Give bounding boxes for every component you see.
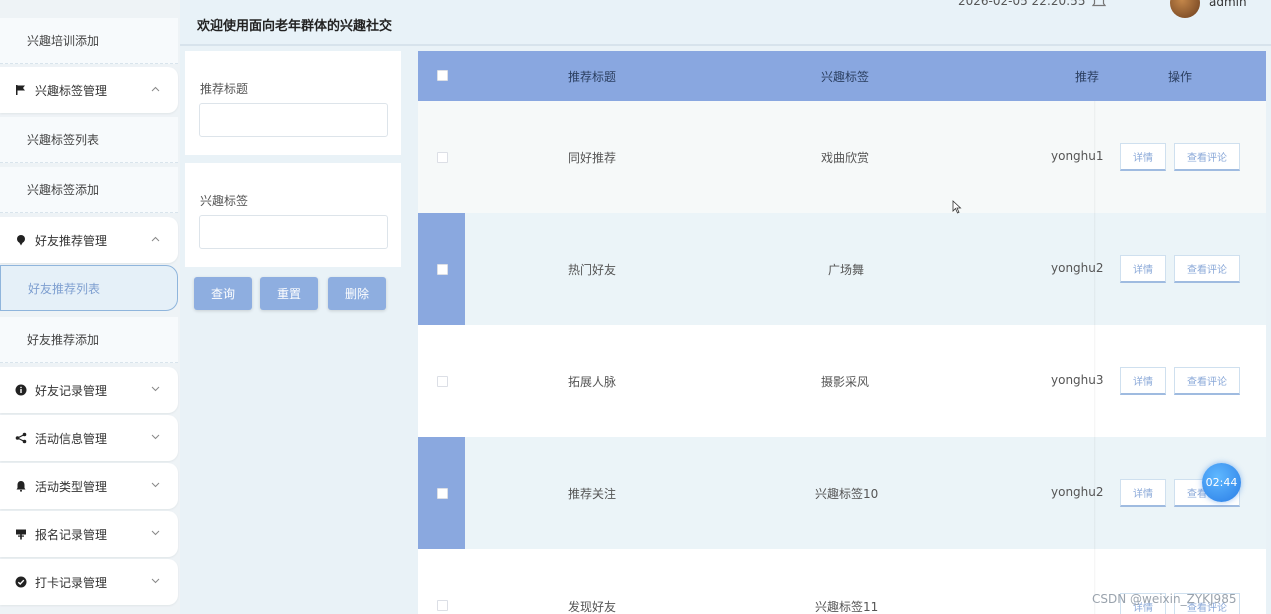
row-checkbox[interactable]: [437, 488, 448, 499]
info-icon: [14, 383, 28, 397]
sidebar-menu-friend-records[interactable]: 好友记录管理: [0, 367, 178, 413]
sidebar-item-label: 兴趣培训添加: [27, 34, 100, 48]
view-comments-button[interactable]: 查看评论: [1174, 367, 1240, 395]
watermark: CSDN @weixin_ZYKJ985: [1092, 592, 1237, 606]
search-title-label: 推荐标题: [200, 82, 249, 96]
table-row: 同好推荐 戏曲欣赏 yonghu1 详情 查看评论: [418, 101, 1266, 213]
column-header-tag: 兴趣标签: [821, 70, 870, 84]
search-tag-input[interactable]: [199, 215, 388, 249]
row-checkbox[interactable]: [437, 264, 448, 275]
detail-button[interactable]: 详情: [1120, 479, 1166, 507]
fixed-column-shadow: [1094, 101, 1096, 614]
cell-title: 同好推荐: [568, 151, 617, 165]
cell-tag: 兴趣标签10: [815, 487, 879, 501]
cell-title: 推荐关注: [568, 487, 617, 501]
cell-tag: 戏曲欣赏: [821, 151, 870, 165]
row-checkbox[interactable]: [437, 376, 448, 387]
recommend-table: 推荐标题 兴趣标签 推荐 操作 同好推荐 戏曲欣赏 yonghu1 详情 查看评…: [418, 51, 1266, 614]
view-comments-button[interactable]: 查看评论: [1174, 143, 1240, 171]
sidebar-menu-label: 活动类型管理: [35, 479, 108, 494]
sidebar-menu-activity-types[interactable]: 活动类型管理: [0, 463, 178, 509]
chevron-down-icon: [148, 430, 162, 444]
chevron-down-icon: [148, 478, 162, 492]
sidebar-item-label: 兴趣标签列表: [27, 133, 100, 147]
column-header-user: 推荐: [1075, 70, 1100, 84]
reset-button[interactable]: 重置: [260, 277, 318, 310]
flag-icon: [14, 83, 28, 97]
row-checkbox[interactable]: [437, 600, 448, 611]
search-title-input[interactable]: [199, 103, 388, 137]
sidebar: 兴趣培训添加 兴趣标签管理 兴趣标签列表 兴趣标签添加 好友推荐管理 好友推荐列…: [0, 0, 180, 614]
notification-bell-icon[interactable]: [1089, 0, 1109, 10]
sidebar-item-interest-training-add[interactable]: 兴趣培训添加: [0, 18, 178, 64]
sidebar-menu-label: 好友推荐管理: [35, 233, 108, 248]
view-comments-button[interactable]: 查看评论: [1174, 255, 1240, 283]
sidebar-menu-label: 好友记录管理: [35, 383, 108, 398]
search-tag-label: 兴趣标签: [200, 194, 249, 208]
sidebar-menu-interest-tags[interactable]: 兴趣标签管理: [0, 67, 178, 113]
mouse-cursor-icon: [952, 200, 962, 214]
header-username[interactable]: admin: [1209, 0, 1247, 9]
table-row: 热门好友 广场舞 yonghu2 详情 查看评论: [418, 213, 1266, 325]
sidebar-item-interest-tag-list[interactable]: 兴趣标签列表: [0, 117, 178, 163]
page-title: 欢迎使用面向老年群体的兴趣社交: [197, 19, 393, 34]
share-icon: [14, 431, 28, 445]
sidebar-item-interest-tag-add[interactable]: 兴趣标签添加: [0, 167, 178, 213]
table-row: 推荐关注 兴趣标签10 yonghu2 详情 查看评论: [418, 437, 1266, 549]
chevron-down-icon: [148, 382, 162, 396]
search-panel: 推荐标题 兴趣标签 查询 重置 删除: [180, 46, 417, 614]
bell-icon: [14, 479, 28, 493]
floating-timer-badge[interactable]: 02:44: [1202, 463, 1241, 502]
delete-button[interactable]: 删除: [328, 277, 386, 310]
sidebar-menu-signup-records[interactable]: 报名记录管理: [0, 511, 178, 557]
pin-icon: [14, 233, 28, 247]
search-field-tag: 兴趣标签: [185, 163, 401, 267]
select-all-checkbox[interactable]: [437, 70, 448, 81]
sidebar-menu-label: 活动信息管理: [35, 431, 108, 446]
cell-title: 发现好友: [568, 600, 617, 614]
query-button[interactable]: 查询: [194, 277, 252, 310]
sidebar-item-label: 好友推荐列表: [28, 281, 101, 296]
check-circle-icon: [14, 575, 28, 589]
chevron-down-icon: [148, 526, 162, 540]
cell-tag: 摄影采风: [821, 375, 870, 389]
column-header-title: 推荐标题: [568, 70, 617, 84]
search-field-title: 推荐标题: [185, 51, 401, 155]
chevron-down-icon: [148, 574, 162, 588]
sidebar-item-label: 好友推荐添加: [27, 333, 100, 347]
avatar[interactable]: [1170, 0, 1200, 18]
row-checkbox[interactable]: [437, 152, 448, 163]
detail-button[interactable]: 详情: [1120, 367, 1166, 395]
detail-button[interactable]: 详情: [1120, 143, 1166, 171]
sidebar-menu-checkin-records[interactable]: 打卡记录管理: [0, 559, 178, 605]
cell-title: 热门好友: [568, 263, 617, 277]
table-header: 推荐标题 兴趣标签 推荐 操作: [418, 51, 1266, 101]
sign-icon: [14, 527, 28, 541]
top-header: 欢迎使用面向老年群体的兴趣社交 2026-02-05 22:20:55 admi…: [180, 0, 1271, 46]
sidebar-item-friend-recommend-list[interactable]: 好友推荐列表: [0, 265, 178, 311]
sidebar-menu-friend-recommend[interactable]: 好友推荐管理: [0, 217, 178, 263]
chevron-up-icon: [148, 82, 162, 96]
header-datetime: 2026-02-05 22:20:55: [958, 0, 1086, 8]
sidebar-menu-label: 报名记录管理: [35, 527, 108, 542]
cell-tag: 广场舞: [828, 263, 865, 277]
chevron-up-icon: [148, 232, 162, 246]
sidebar-menu-label: 兴趣标签管理: [35, 83, 108, 98]
sidebar-menu-label: 打卡记录管理: [35, 575, 108, 590]
sidebar-menu-activity-info[interactable]: 活动信息管理: [0, 415, 178, 461]
table-row: 拓展人脉 摄影采风 yonghu3 详情 查看评论: [418, 325, 1266, 437]
cell-tag: 兴趣标签11: [815, 600, 879, 614]
cell-title: 拓展人脉: [568, 375, 617, 389]
detail-button[interactable]: 详情: [1120, 255, 1166, 283]
sidebar-item-friend-recommend-add[interactable]: 好友推荐添加: [0, 317, 178, 363]
sidebar-item-label: 兴趣标签添加: [27, 183, 100, 197]
column-header-ops: 操作: [1168, 70, 1193, 84]
